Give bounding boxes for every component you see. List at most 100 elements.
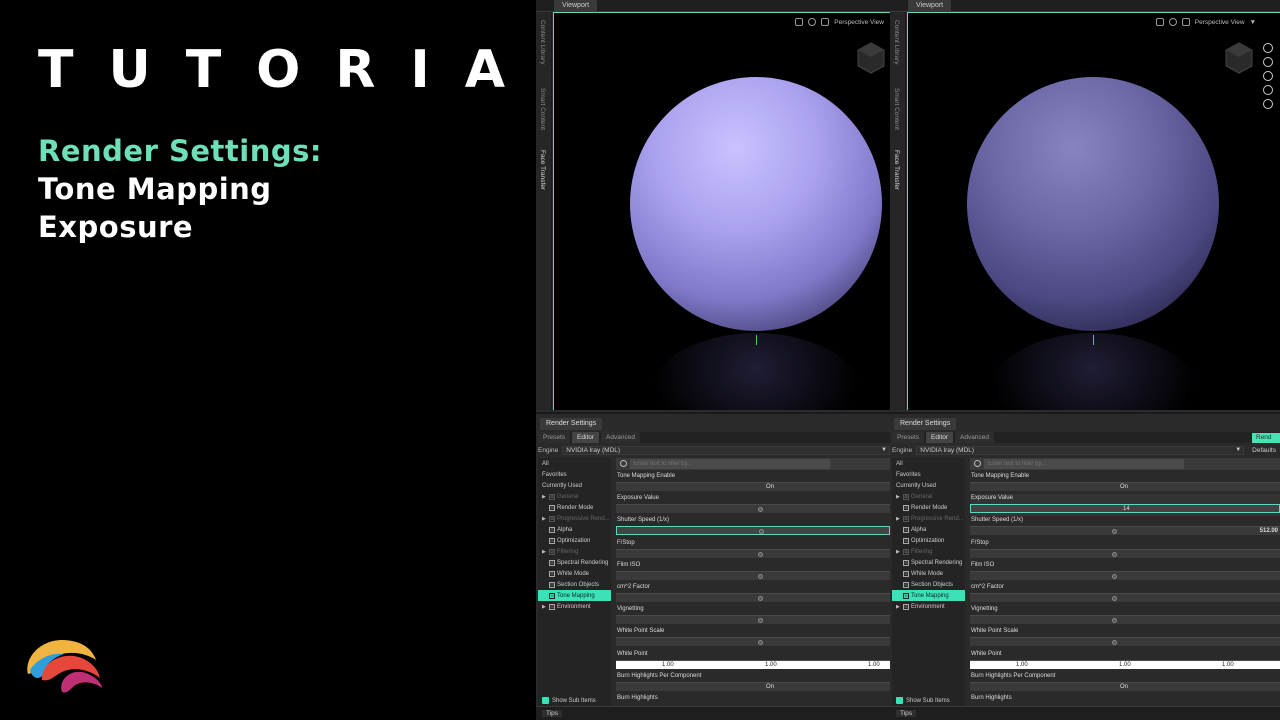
rendered-sphere[interactable] [630, 77, 882, 331]
cm2-factor-slider[interactable] [616, 592, 890, 602]
tree-item-environment[interactable]: ▶ G Environment [538, 601, 611, 612]
vignetting-slider[interactable] [970, 615, 1280, 625]
tree-item-progressive-rendering[interactable]: ▶ G Progressive Rend... [538, 513, 611, 524]
side-tab-face-transfer[interactable]: Face Transfer [893, 150, 900, 190]
tree-item-filtering[interactable]: ▶ G Filtering [538, 546, 611, 557]
render-settings-title-tab[interactable]: Render Settings [540, 418, 603, 430]
side-tab-content-library[interactable]: Content Library [539, 20, 546, 64]
tree-item-favorites[interactable]: Favorites [892, 469, 965, 480]
tree-item-currently-used[interactable]: Currently Used [538, 480, 611, 491]
group-icon: G [549, 570, 555, 577]
viewport-toolbar: Perspective View [795, 16, 884, 28]
tab-tips[interactable]: Tips [542, 710, 563, 717]
shutter-speed-slider[interactable]: 512.00 [970, 526, 1280, 536]
tree-item-white-mode[interactable]: G White Mode [892, 568, 965, 579]
draw-style-icon[interactable] [795, 18, 804, 26]
lighting-icon[interactable] [808, 18, 817, 26]
tab-advanced[interactable]: Advanced [601, 432, 640, 443]
viewport-canvas[interactable]: Perspective View ▼ [907, 12, 1280, 410]
filter-input[interactable] [630, 459, 830, 469]
orbit-icon[interactable] [1263, 43, 1273, 53]
prop-fstop: F/Stop [970, 539, 1280, 561]
lighting-icon[interactable] [1168, 18, 1177, 26]
tree-item-white-mode[interactable]: G White Mode [538, 568, 611, 579]
tab-presets[interactable]: Presets [538, 432, 571, 443]
tree-item-alpha[interactable]: G Alpha [538, 524, 611, 535]
tree-item-render-mode[interactable]: G Render Mode [892, 502, 965, 513]
fstop-slider[interactable] [616, 548, 890, 558]
tree-item-environment[interactable]: ▶ G Environment [892, 601, 965, 612]
tree-item-general[interactable]: ▶ G General [892, 491, 965, 502]
show-sub-items-checkbox[interactable]: Show Sub Items [542, 697, 596, 704]
tree-item-section-objects[interactable]: G Section Objects [892, 579, 965, 590]
white-point-scale-slider[interactable] [616, 637, 890, 647]
chevron-down-icon[interactable]: ▼ [1250, 19, 1256, 26]
tree-item-all[interactable]: All [892, 458, 965, 469]
tab-advanced[interactable]: Advanced [955, 432, 994, 443]
pan-icon[interactable] [1263, 57, 1273, 67]
tree-item-tone-mapping[interactable]: G Tone Mapping [538, 590, 611, 601]
tab-editor[interactable]: Editor [926, 432, 954, 443]
fstop-slider[interactable] [970, 548, 1280, 558]
tree-item-optimization[interactable]: G Optimization [538, 535, 611, 546]
tree-item-section-objects[interactable]: G Section Objects [538, 579, 611, 590]
view-cube-icon[interactable] [1224, 41, 1254, 75]
engine-select[interactable]: NVIDIA Iray (MDL) ▼ [916, 446, 1245, 455]
camera-view-select[interactable]: Perspective View [834, 19, 884, 26]
camera-icon[interactable] [821, 18, 830, 26]
side-tab-face-transfer[interactable]: Face Transfer [539, 150, 546, 190]
render-button[interactable]: Rend [1252, 433, 1280, 443]
side-tab-smart-content[interactable]: Smart Content [893, 88, 900, 130]
white-point-scale-slider[interactable] [970, 637, 1280, 647]
tone-mapping-toggle[interactable]: On [616, 482, 890, 491]
frame-icon[interactable] [1263, 85, 1273, 95]
tree-item-spectral-rendering[interactable]: G Spectral Rendering [892, 557, 965, 568]
side-tab-content-library[interactable]: Content Library [893, 20, 900, 64]
tree-item-progressive-rendering[interactable]: ▶ G Progressive Rend... [892, 513, 965, 524]
tree-item-render-mode[interactable]: G Render Mode [538, 502, 611, 513]
cm2-factor-slider[interactable] [970, 592, 1280, 602]
burn-highlights-per-component-toggle[interactable]: On [970, 681, 1280, 691]
film-iso-slider[interactable] [970, 570, 1280, 580]
prop-shutter-speed: Shutter Speed (1/x) [616, 516, 890, 538]
tree-item-filtering[interactable]: ▶ G Filtering [892, 546, 965, 557]
camera-view-select[interactable]: Perspective View [1195, 19, 1245, 26]
film-iso-slider[interactable] [616, 570, 890, 580]
exposure-slider[interactable] [616, 504, 890, 514]
view-cube-icon[interactable] [856, 41, 886, 75]
tree-item-spectral-rendering[interactable]: G Spectral Rendering [538, 557, 611, 568]
tone-mapping-toggle[interactable]: On [970, 482, 1280, 491]
tab-viewport[interactable]: Viewport [908, 0, 952, 12]
tab-editor[interactable]: Editor [572, 432, 600, 443]
tab-viewport[interactable]: Viewport [554, 0, 598, 12]
tab-presets[interactable]: Presets [892, 432, 925, 443]
tree-item-alpha[interactable]: G Alpha [892, 524, 965, 535]
chevron-down-icon: ▼ [881, 447, 887, 453]
zoom-icon[interactable] [1263, 71, 1273, 81]
tree-item-favorites[interactable]: Favorites [538, 469, 611, 480]
camera-icon[interactable] [1181, 18, 1190, 26]
reset-view-icon[interactable] [1263, 99, 1273, 109]
tree-item-optimization[interactable]: G Optimization [892, 535, 965, 546]
engine-select[interactable]: NVIDIA Iray (MDL) ▼ [562, 446, 890, 455]
draw-style-icon[interactable] [1155, 18, 1164, 26]
shutter-speed-slider[interactable] [616, 526, 890, 536]
vignetting-slider[interactable] [616, 615, 890, 625]
white-point-color-field[interactable]: 1.00 1.00 1.00 [616, 659, 890, 669]
tree-item-currently-used[interactable]: Currently Used [892, 480, 965, 491]
render-settings-title-tab[interactable]: Render Settings [894, 418, 957, 430]
tab-tips[interactable]: Tips [896, 710, 917, 717]
side-tab-smart-content[interactable]: Smart Content [539, 88, 546, 130]
tree-item-tone-mapping[interactable]: G Tone Mapping [892, 590, 965, 601]
rendered-sphere[interactable] [967, 77, 1219, 331]
white-point-color-field[interactable]: 1.00 1.00 1.00 [970, 659, 1280, 669]
burn-highlights-per-component-toggle[interactable]: On [616, 681, 890, 691]
filter-input[interactable] [984, 459, 1184, 469]
viewport-canvas[interactable]: Perspective View [553, 12, 890, 410]
defaults-button[interactable]: Defaults [1248, 447, 1280, 454]
show-sub-items-checkbox[interactable]: Show Sub Items [896, 697, 950, 704]
tree-item-general[interactable]: ▶ G General [538, 491, 611, 502]
expand-arrow-icon: ▶ [542, 548, 546, 555]
exposure-value-input[interactable]: 14 [970, 504, 1280, 514]
tree-item-all[interactable]: All [538, 458, 611, 469]
